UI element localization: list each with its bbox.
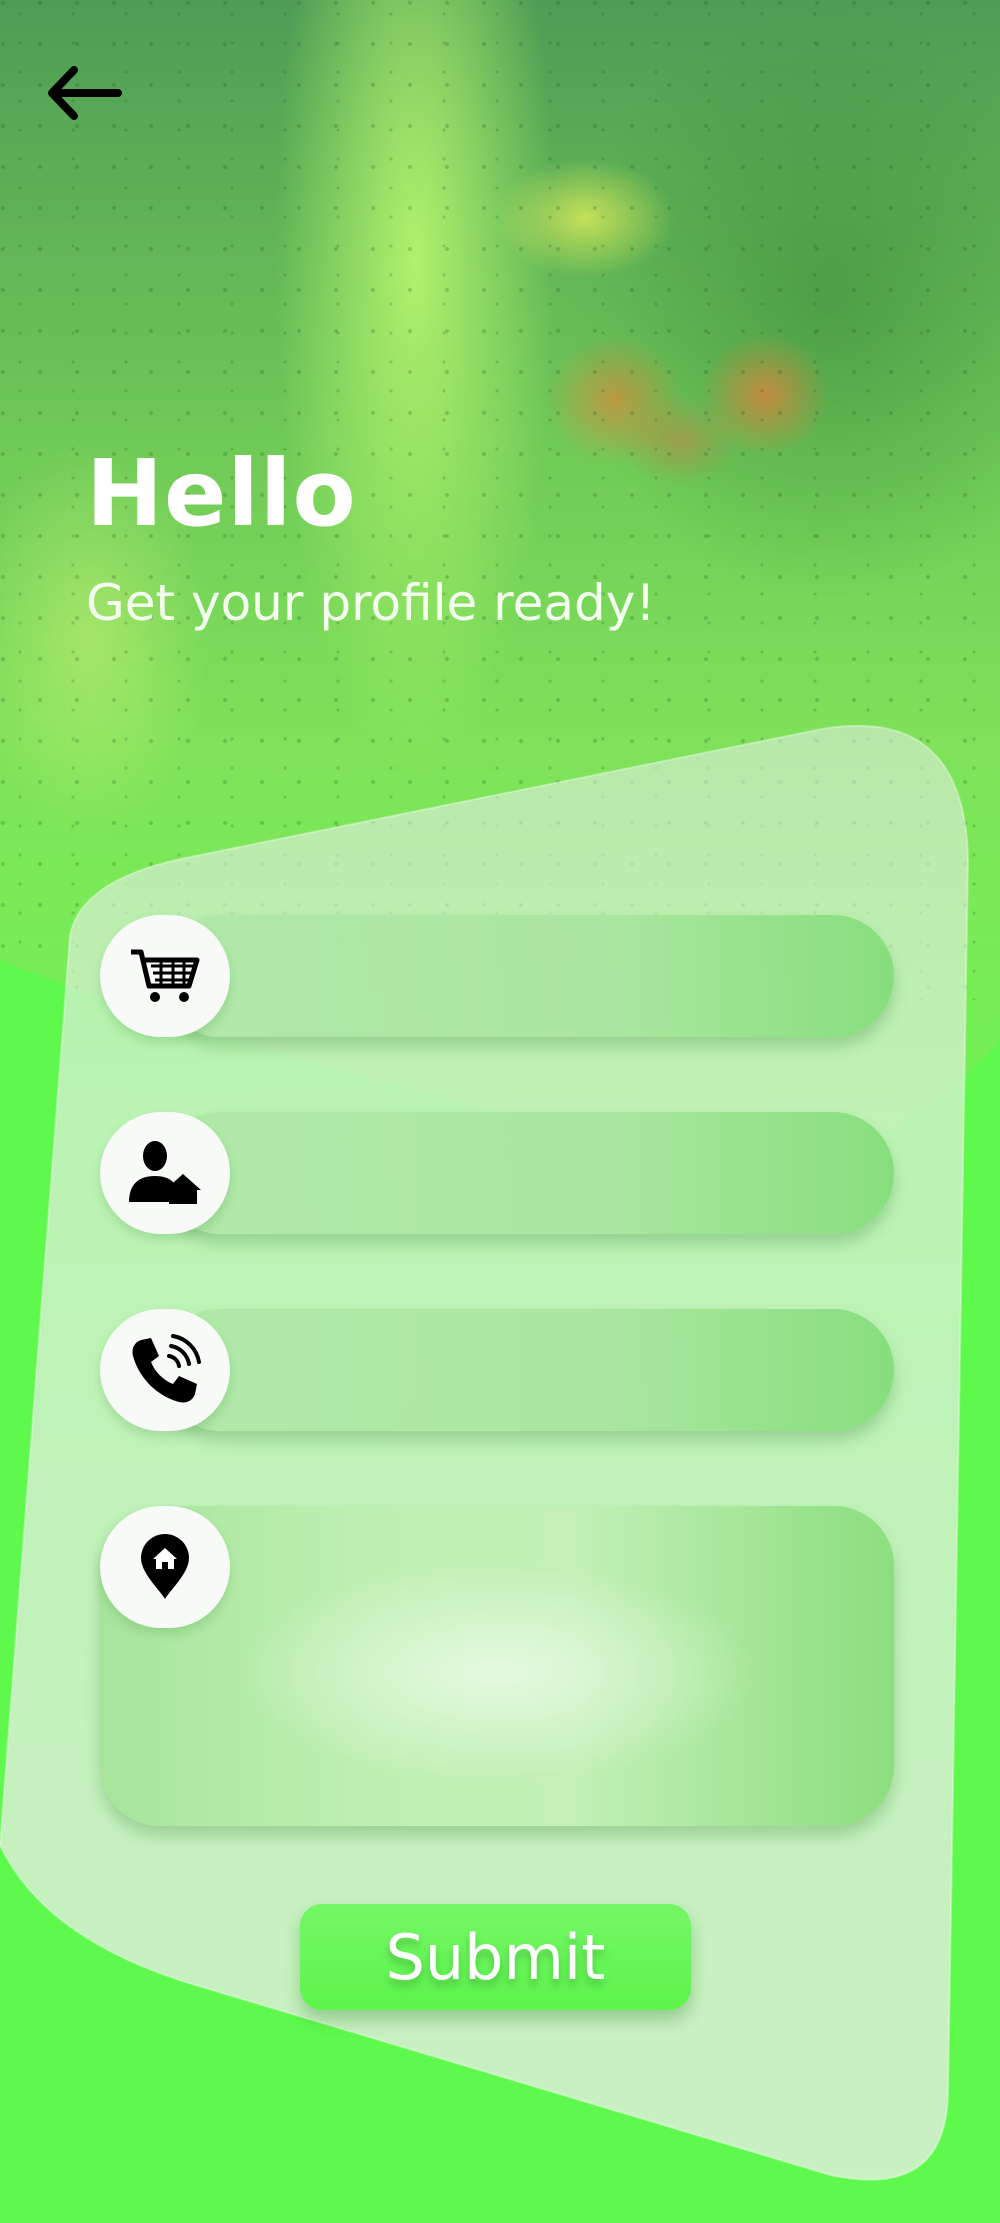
arrow-left-icon (48, 66, 122, 120)
shop-name-field[interactable] (160, 915, 894, 1037)
shop-field-row (100, 915, 894, 1037)
submit-button[interactable]: Submit (300, 1904, 691, 2010)
phone-ringing-icon (132, 1334, 201, 1403)
phone-field-row (100, 1309, 894, 1431)
page-subtitle: Get your profile ready! (86, 574, 656, 632)
shop-icon-badge (100, 915, 230, 1037)
phone-field[interactable] (160, 1309, 894, 1431)
person-home-icon (129, 1141, 201, 1204)
back-button[interactable] (44, 62, 124, 122)
owner-name-field[interactable] (160, 1112, 894, 1234)
owner-icon-badge (100, 1112, 230, 1234)
owner-field-row (100, 1112, 894, 1234)
address-field-row (100, 1506, 894, 1826)
phone-icon-badge (100, 1309, 230, 1431)
page-title: Hello (86, 440, 357, 547)
shopping-cart-icon (131, 949, 200, 1002)
home-location-pin-icon (141, 1534, 189, 1599)
address-icon-badge (100, 1506, 230, 1628)
